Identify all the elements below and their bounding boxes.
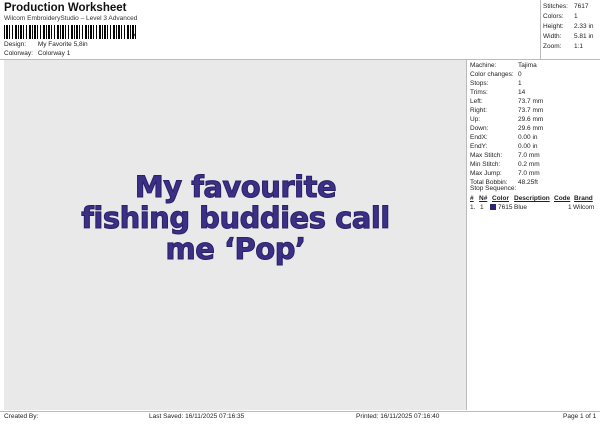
footer-page: Page 1 of 1 (563, 413, 597, 420)
design-preview: My favourite fishing buddies call me ‘Po… (4, 60, 467, 410)
info-right: Right: 73.7 mm (470, 107, 544, 114)
info-color-changes: Color changes: 0 (470, 71, 522, 78)
info-max-stitch: Max Stitch: 7.0 mm (470, 152, 540, 159)
thread-swatch (490, 204, 496, 210)
summary-stitches: Stitches: 7617 (543, 3, 589, 10)
col-n: N# (479, 195, 488, 202)
machine-info-panel: Machine: Tajima Color changes: 0 Stops: 1 T… (470, 61, 600, 187)
summary-height: Height: 2.33 in (543, 23, 594, 30)
summary-zoom: Zoom: 1:1 (543, 43, 584, 50)
info-min-stitch: Min Stitch: 0.2 mm (470, 161, 540, 168)
stop-sequence-label: Stop Sequence: (470, 185, 517, 192)
info-max-jump: Max Jump: 7.0 mm (470, 170, 540, 177)
footer-created-by: Created By: (4, 413, 39, 420)
col-color: Color (492, 195, 509, 202)
footer-last-saved: Last Saved: 16/11/2025 07:16:35 (149, 413, 245, 420)
info-endx: EndX: 0.00 in (470, 134, 538, 141)
embroidery-line-3: me ‘Pop’ (165, 232, 306, 266)
info-left: Left: 73.7 mm (470, 98, 544, 105)
design-value: My Favorite 5,8in (37, 41, 88, 48)
colorway-value: Colorway 1 (37, 50, 71, 57)
info-stops: Stops: 1 (470, 80, 522, 87)
col-brand: Brand (574, 195, 593, 202)
barcode-tail: , (133, 28, 136, 37)
summary-colors: Colors: 1 (543, 13, 578, 20)
info-down: Down: 29.6 mm (470, 125, 544, 132)
footer-divider (0, 411, 600, 412)
summary-width: Width: 5.81 in (543, 33, 594, 40)
col-number: # (470, 195, 474, 202)
embroidery-line-2: fishing buddies call (81, 201, 391, 235)
col-description: Description (514, 195, 550, 202)
col-code: Code (554, 195, 571, 202)
design-row: Design: My Favorite 5,8in (4, 41, 88, 48)
colorway-row: Colorway: Colorway 1 (4, 50, 70, 57)
info-machine: Machine: Tajima (470, 62, 537, 69)
summary-panel: Stitches: 7617 Colors: 1 Height: 2.33 in Wi… (543, 2, 599, 52)
colorway-label: Colorway: (4, 50, 33, 57)
info-endy: EndY: 0.00 in (470, 143, 538, 150)
footer-printed: Printed: 16/11/2025 07:16:40 (356, 413, 440, 420)
embroidery-text: My favourite fishing buddies call me ‘Po… (4, 170, 467, 266)
info-up: Up: 29.6 mm (470, 116, 544, 123)
info-trims: Trims: 14 (470, 89, 526, 96)
barcode (4, 25, 136, 39)
design-label: Design: (4, 41, 27, 48)
worksheet-title: Production Worksheet (4, 2, 127, 14)
software-subtitle: Wilcom EmbroideryStudio – Level 3 Advanc… (4, 15, 138, 22)
embroidery-line-1: My favourite (134, 170, 337, 204)
summary-divider (540, 0, 541, 59)
